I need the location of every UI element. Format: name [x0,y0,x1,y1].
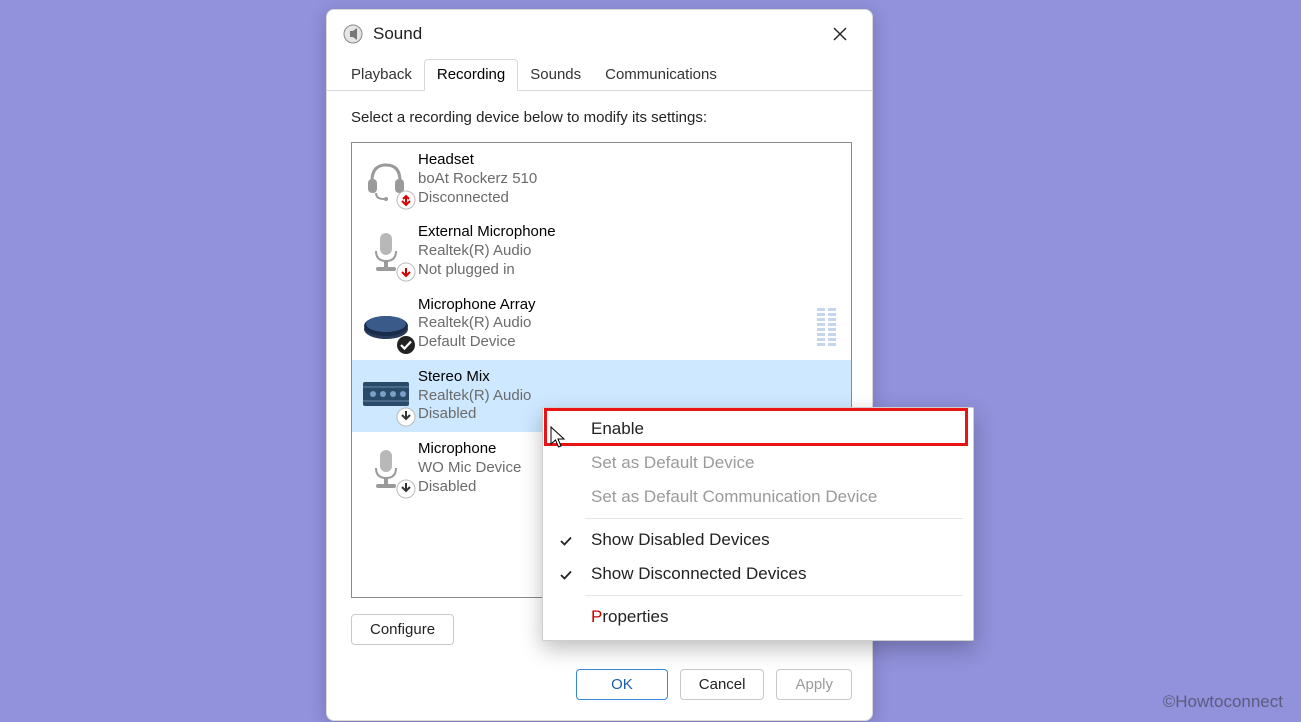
device-name: Microphone [418,440,521,459]
ctx-enable[interactable]: Enable [543,412,973,446]
check-icon [559,533,573,553]
device-status: Default Device [418,333,536,352]
level-meter [817,298,841,346]
window-title: Sound [373,24,818,44]
check-icon [559,567,573,587]
microphone-icon [360,441,412,495]
device-subtitle: WO Mic Device [418,459,521,478]
configure-button[interactable]: Configure [351,614,454,645]
device-name: Stereo Mix [418,368,531,387]
ctx-set-default-comm: Set as Default Communication Device [543,480,973,514]
close-icon [833,27,847,41]
device-subtitle: Realtek(R) Audio [418,387,531,406]
cancel-button[interactable]: Cancel [680,669,765,700]
ctx-separator [585,518,963,519]
device-status: Not plugged in [418,261,556,280]
disconnected-badge-icon [396,190,416,210]
microphone-icon [360,224,412,278]
ctx-label: Show Disabled Devices [591,530,770,549]
device-subtitle: Realtek(R) Audio [418,314,536,333]
sound-icon [343,24,363,44]
headset-icon [360,152,412,206]
device-status: Disabled [418,405,531,424]
ctx-properties[interactable]: Properties [543,600,973,634]
ctx-label: Show Disconnected Devices [591,564,806,583]
tab-recording[interactable]: Recording [424,59,518,91]
sound-card-icon [360,369,412,423]
titlebar: Sound [327,10,872,58]
device-name: Microphone Array [418,296,536,315]
unplugged-badge-icon [396,262,416,282]
dialog-footer: OK Cancel Apply [327,659,872,720]
pane-instruction: Select a recording device below to modif… [351,109,852,126]
tab-communications[interactable]: Communications [593,60,729,90]
device-row-headset[interactable]: Headset boAt Rockerz 510 Disconnected [352,143,851,215]
apply-button[interactable]: Apply [776,669,852,700]
default-badge-icon [396,335,416,355]
ctx-separator [585,595,963,596]
device-name: External Microphone [418,223,556,242]
device-status: Disabled [418,478,521,497]
tab-playback[interactable]: Playback [339,60,424,90]
ctx-set-default: Set as Default Device [543,446,973,480]
device-name: Headset [418,151,537,170]
ctx-show-disabled[interactable]: Show Disabled Devices [543,523,973,557]
device-row-external-mic[interactable]: External Microphone Realtek(R) Audio Not… [352,215,851,287]
watermark: ©Howtoconnect [1163,692,1283,712]
device-subtitle: Realtek(R) Audio [418,242,556,261]
tab-strip: Playback Recording Sounds Communications [327,58,872,91]
tab-sounds[interactable]: Sounds [518,60,593,90]
device-status: Disconnected [418,189,537,208]
close-button[interactable] [818,12,862,56]
disabled-badge-icon [396,479,416,499]
device-row-mic-array[interactable]: Microphone Array Realtek(R) Audio Defaul… [352,288,851,360]
device-subtitle: boAt Rockerz 510 [418,170,537,189]
context-menu: Enable Set as Default Device Set as Defa… [542,407,974,641]
mic-array-icon [360,297,412,351]
ctx-show-disconnected[interactable]: Show Disconnected Devices [543,557,973,591]
ok-button[interactable]: OK [576,669,668,700]
ctx-label: roperties [602,607,668,626]
disabled-badge-icon [396,407,416,427]
